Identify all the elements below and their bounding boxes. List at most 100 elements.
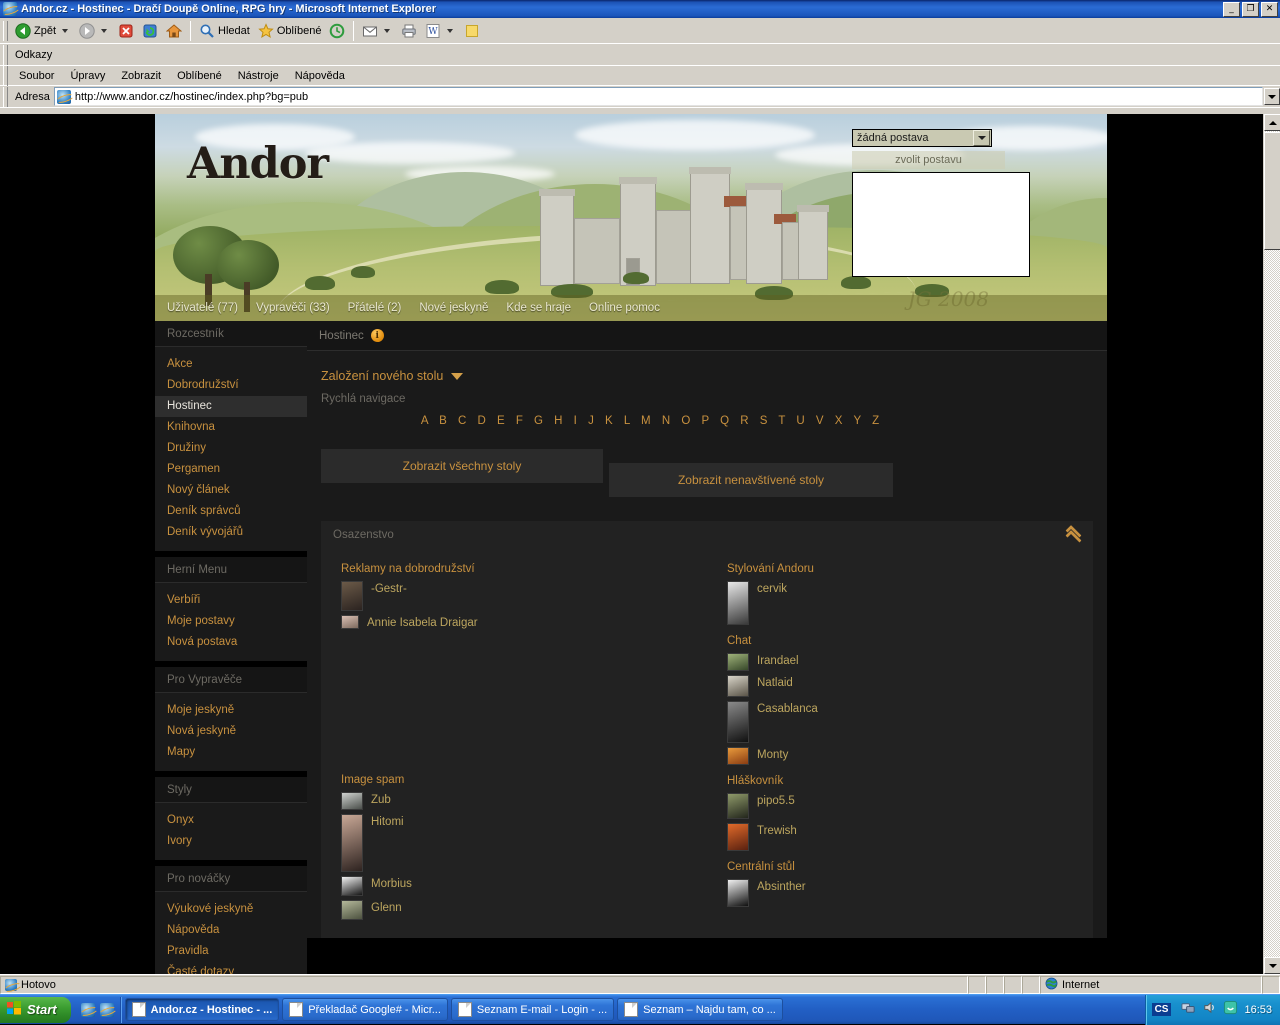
list-item[interactable]: pipo5.5 — [727, 793, 1093, 819]
refresh-button[interactable] — [138, 21, 162, 41]
task-button-seznam[interactable]: Seznam – Najdu tam, co ... — [617, 998, 783, 1021]
back-button[interactable]: Zpět — [11, 21, 75, 41]
quick-launch-ie-icon-2[interactable] — [99, 1002, 114, 1017]
list-item[interactable]: Hitomi — [341, 814, 707, 872]
user-name[interactable]: Hitomi — [371, 814, 404, 829]
list-item[interactable]: Natlaid — [727, 675, 1093, 697]
vertical-scrollbar[interactable] — [1263, 114, 1280, 974]
nav-link-nove-jeskyne[interactable]: Nové jeskyně — [419, 302, 488, 314]
clock[interactable]: 16:53 — [1244, 1004, 1272, 1016]
favorites-button[interactable]: Oblíbené — [254, 21, 326, 41]
forward-dropdown-icon[interactable] — [101, 28, 108, 33]
nav-link-vypraveci[interactable]: Vypravěči (33) — [256, 302, 330, 314]
chevron-down-icon[interactable] — [973, 130, 990, 146]
menu-item-napoveda[interactable]: Nápověda — [287, 68, 353, 84]
task-button-prekladac[interactable]: Překladač Google# - Micr... — [282, 998, 448, 1021]
language-indicator[interactable]: CS — [1151, 1003, 1172, 1016]
list-item[interactable]: Trewish — [727, 823, 1093, 851]
sidebar-item-onyx[interactable]: Onyx — [155, 810, 307, 831]
history-button[interactable] — [325, 21, 349, 41]
edit-dropdown-icon[interactable] — [447, 28, 454, 33]
sidebar-item-caste-dotazy[interactable]: Časté dotazy — [155, 962, 307, 974]
sidebar-item-ivory[interactable]: Ivory — [155, 831, 307, 852]
scrollbar-thumb[interactable] — [1264, 132, 1280, 250]
user-name[interactable]: Glenn — [371, 900, 402, 915]
sidebar-item-druziny[interactable]: Družiny — [155, 438, 307, 459]
list-item[interactable]: Morbius — [341, 876, 707, 896]
nav-link-pratele[interactable]: Přátelé (2) — [348, 302, 402, 314]
sidebar-item-pravidla[interactable]: Pravidla — [155, 941, 307, 962]
messenger-icon[interactable] — [1223, 1000, 1238, 1020]
sidebar-item-knihovna[interactable]: Knihovna — [155, 417, 307, 438]
list-item[interactable]: Monty — [727, 747, 1093, 765]
sidebar-item-vyukove-jeskyne[interactable]: Výukové jeskyně — [155, 899, 307, 920]
user-name[interactable]: Casablanca — [757, 701, 818, 716]
list-item[interactable]: Casablanca — [727, 701, 1093, 743]
address-dropdown-button[interactable] — [1264, 88, 1280, 105]
user-name[interactable]: cervik — [757, 581, 787, 596]
show-unvisited-tables-button[interactable]: Zobrazit nenavštívené stoly — [609, 463, 893, 497]
sidebar-item-moje-jeskyne[interactable]: Moje jeskyně — [155, 700, 307, 721]
user-name[interactable]: Irandael — [757, 653, 799, 668]
user-name[interactable]: Monty — [757, 747, 788, 762]
sidebar-item-moje-postavy[interactable]: Moje postavy — [155, 611, 307, 632]
scroll-up-button[interactable] — [1264, 114, 1280, 131]
menu-item-nastroje[interactable]: Nástroje — [230, 68, 287, 84]
character-select-dropdown[interactable]: žádná postava — [852, 129, 992, 147]
volume-icon[interactable] — [1202, 1000, 1217, 1020]
alphabet-nav[interactable]: A B C D E F G H I J K L M N O P Q R S T … — [307, 415, 1107, 427]
sidebar-item-mapy[interactable]: Mapy — [155, 742, 307, 763]
list-item[interactable]: Irandael — [727, 653, 1093, 671]
user-name[interactable]: Zub — [371, 792, 391, 807]
nav-link-online-pomoc[interactable]: Online pomoc — [589, 302, 660, 314]
print-button[interactable] — [397, 21, 421, 41]
nav-link-kde-se-hraje[interactable]: Kde se hraje — [506, 302, 571, 314]
notes-button[interactable] — [460, 21, 484, 41]
chevron-double-up-icon[interactable] — [1065, 529, 1079, 541]
sidebar-item-dobrodruzstvi[interactable]: Dobrodružství — [155, 375, 307, 396]
network-icon[interactable] — [1181, 1000, 1196, 1020]
sidebar-item-nova-jeskyne[interactable]: Nová jeskyně — [155, 721, 307, 742]
menu-grip[interactable] — [3, 65, 8, 86]
choose-character-button[interactable]: zvolit postavu — [852, 151, 1005, 169]
new-table-control[interactable]: Založení nového stolu — [307, 369, 1107, 383]
sidebar-item-verbiri[interactable]: Verbíři — [155, 590, 307, 611]
search-button[interactable]: Hledat — [195, 21, 254, 41]
resize-grip[interactable] — [1262, 975, 1280, 994]
stop-button[interactable] — [114, 21, 138, 41]
links-label[interactable]: Odkazy — [11, 47, 56, 63]
sidebar-item-hostinec[interactable]: Hostinec — [155, 396, 307, 417]
task-button-seznam-email[interactable]: Seznam E-mail - Login - ... — [450, 998, 615, 1021]
nav-link-uzivatele[interactable]: Uživatelé (77) — [167, 302, 238, 314]
edit-word-button[interactable]: W — [421, 21, 460, 41]
user-name[interactable]: Annie Isabela Draigar — [367, 615, 478, 630]
user-name[interactable]: Morbius — [371, 876, 412, 891]
minimize-button[interactable]: _ — [1223, 1, 1240, 17]
sidebar-item-denik-vyvojaru[interactable]: Deník vývojářů — [155, 522, 307, 543]
home-button[interactable] — [162, 21, 186, 41]
task-button-andor[interactable]: Andor.cz - Hostinec - ... — [124, 998, 280, 1021]
list-item[interactable]: Absinther — [727, 879, 1093, 907]
menu-item-zobrazit[interactable]: Zobrazit — [113, 68, 169, 84]
user-name[interactable]: Absinther — [757, 879, 806, 894]
links-grip[interactable] — [3, 44, 8, 65]
chevron-down-icon[interactable] — [451, 372, 464, 380]
menu-item-soubor[interactable]: Soubor — [11, 68, 62, 84]
menu-item-upravy[interactable]: Úpravy — [62, 68, 113, 84]
sidebar-item-denik-spravcu[interactable]: Deník správců — [155, 501, 307, 522]
sidebar-item-novy-clanek[interactable]: Nový článek — [155, 480, 307, 501]
site-logo[interactable]: Andor — [187, 139, 329, 189]
list-item[interactable]: -Gestr- — [341, 581, 707, 611]
close-button[interactable]: ✕ — [1261, 1, 1278, 17]
menu-item-oblibene[interactable]: Oblíbené — [169, 68, 230, 84]
list-item[interactable]: Zub — [341, 792, 707, 810]
user-name[interactable]: pipo5.5 — [757, 793, 795, 808]
user-name[interactable]: Trewish — [757, 823, 797, 838]
forward-button[interactable] — [75, 21, 114, 41]
maximize-button[interactable]: ❐ — [1242, 1, 1259, 17]
list-item[interactable]: Glenn — [341, 900, 707, 920]
mail-dropdown-icon[interactable] — [384, 28, 391, 33]
sidebar-item-napoveda[interactable]: Nápověda — [155, 920, 307, 941]
sidebar-item-nova-postava[interactable]: Nová postava — [155, 632, 307, 653]
quick-launch-ie-icon[interactable] — [80, 1002, 95, 1017]
